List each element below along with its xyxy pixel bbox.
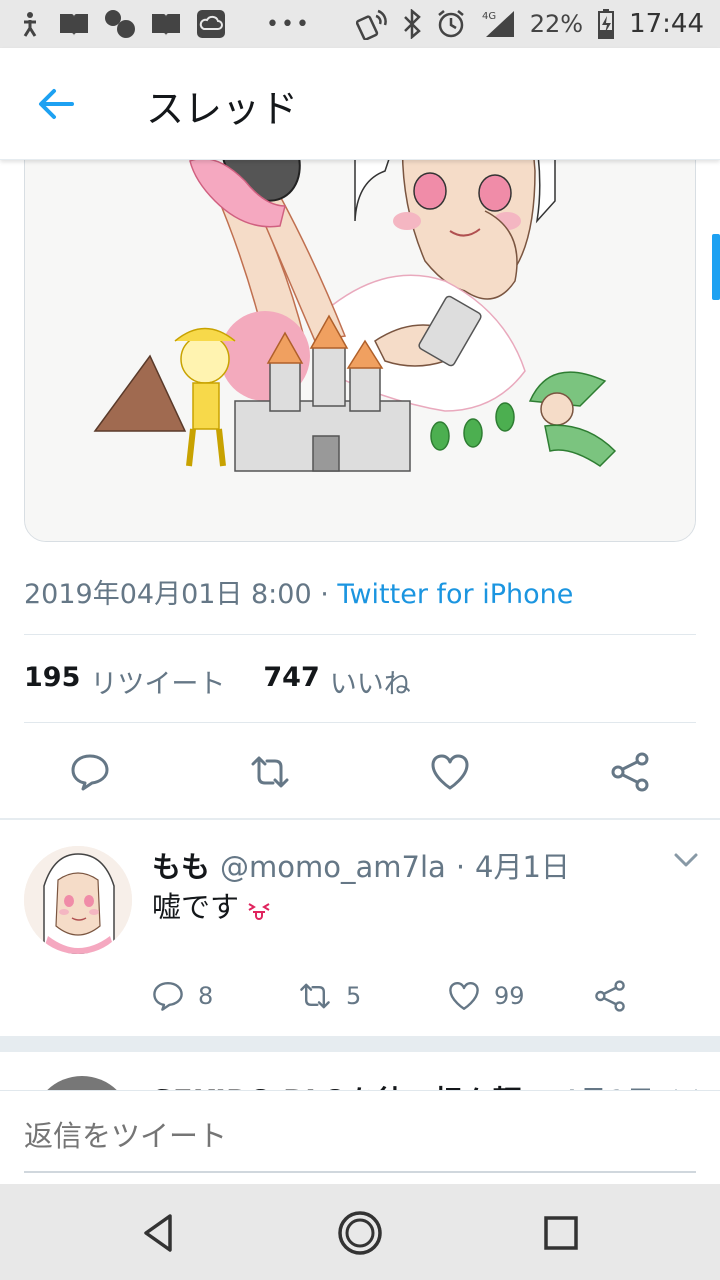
cloud-icon [197,10,225,38]
reply-like-button[interactable]: 99 [448,980,525,1012]
avatar[interactable] [32,1076,132,1090]
reply-count: 8 [198,982,214,1010]
illustration [25,111,695,541]
reply-text-body: 嘘です [152,890,240,924]
avatar-image [24,846,132,954]
reply-text: 嘘です [152,884,273,926]
bluetooth-icon [403,9,421,39]
svg-text:4G: 4G [482,11,496,22]
page-title: スレッド [146,87,299,131]
divider [24,634,696,635]
share-icon [595,980,625,1012]
retweet-label[interactable]: リツイート [90,662,225,701]
chevron-down-icon[interactable] [672,850,700,870]
reply-icon[interactable] [70,752,110,792]
reply-action-bar: 8 5 99 [152,972,692,1022]
reply-date: 4月1日 [475,850,570,884]
retweet-icon[interactable] [250,752,290,792]
accessibility-icon [23,12,37,37]
reply-handle[interactable]: @momo_am7la [220,850,446,884]
home-circle-icon[interactable] [335,1208,385,1258]
input-underline [24,1171,696,1173]
notification-icons [16,9,226,39]
like-heart-icon [449,982,479,1010]
battery-percent: 22% [529,10,584,38]
system-icons: 4G 22% 17:44 [355,8,704,40]
reply-input[interactable] [24,1119,696,1153]
alarm-icon [437,10,464,38]
tongue-face-emoji-icon [248,903,270,920]
section-divider [0,818,720,820]
tweet-image[interactable] [24,110,696,542]
bubbles-icon [105,10,135,38]
reply-compose-bar [0,1090,720,1184]
scroll-indicator[interactable] [712,234,720,300]
tweet-date: 2019年04月01日 8:00 [24,579,312,610]
reply-header: もも @momo_am7la · 4月1日 [152,844,570,886]
reply-reply-button[interactable]: 8 [152,980,213,1012]
back-triangle-icon[interactable] [134,1208,184,1258]
reply-retweet-button[interactable]: 5 [298,980,361,1012]
share-icon[interactable] [610,752,650,792]
tweet-source-link[interactable]: Twitter for iPhone [337,579,573,610]
nfc-icon [355,9,387,40]
book-icon [152,14,180,36]
divider [24,722,696,723]
like-label[interactable]: いいね [330,662,411,701]
clock: 17:44 [629,9,704,39]
next-reply[interactable]: SEKIRO BLOを待つ担々麺 4月1日 [0,1052,720,1090]
system-navigation-bar [0,1184,720,1280]
battery-charging-icon [598,9,615,39]
avatar[interactable] [24,846,132,954]
reply-share-button[interactable] [594,980,626,1012]
meta-separator: · [320,579,329,610]
tweet-stats: 195 リツイート 747 いいね [24,662,411,701]
signal-icon: 4G [482,11,514,37]
tweet-action-bar [0,740,720,810]
section-divider [0,1036,720,1052]
recents-square-icon[interactable] [536,1208,586,1258]
tweet-timestamp: 2019年04月01日 8:00 · Twitter for iPhone [24,572,573,611]
next-reply-display-name[interactable]: SEKIRO BLOを待つ担々麺 [152,1078,521,1090]
app-header: スレッド [0,48,720,160]
reply-display-name[interactable]: もも [152,844,210,886]
like-count: 99 [494,982,525,1010]
reply-icon [153,982,183,1011]
next-reply-date: 4月1日 [560,1078,655,1090]
like-heart-icon[interactable] [430,752,470,792]
back-arrow-icon[interactable] [32,84,80,124]
more-notifications-icon: ••• [266,11,311,37]
book-icon [60,14,88,36]
meta-separator: · [455,850,466,884]
retweet-count[interactable]: 195 [24,662,80,701]
retweet-count: 5 [346,982,362,1010]
retweet-icon [300,983,330,1009]
status-bar: ••• 4G 22% 17:44 [0,0,720,48]
like-count[interactable]: 747 [263,662,319,701]
